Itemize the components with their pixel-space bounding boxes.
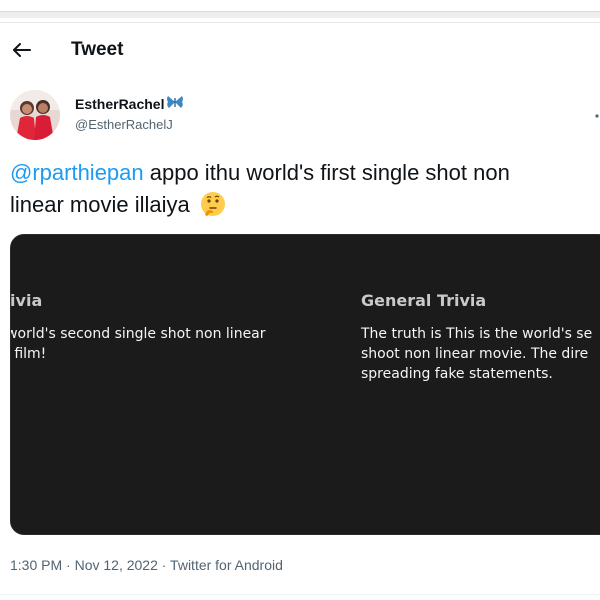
tweet-text: @rparthiepan appo ithu world's first sin… — [10, 157, 595, 221]
trivia-right-body: The truth is This is the world's se shoo… — [361, 324, 592, 384]
top-divider — [0, 11, 600, 18]
tweet-timestamp-source[interactable]: 1:30 PM · Nov 12, 2022 · Twitter for And… — [10, 557, 283, 573]
trivia-left-heading: Trivia — [10, 291, 43, 310]
arrow-left-icon[interactable] — [10, 38, 34, 62]
trivia-right-line: shoot non linear movie. The dire — [361, 346, 589, 362]
divider — [0, 594, 600, 595]
page-title: Tweet — [71, 39, 124, 60]
tweet-page: Tweet EstherRachel @EstherRachelJ @rpart… — [0, 0, 600, 600]
mention-link[interactable]: @rparthiepan — [10, 160, 144, 185]
trivia-left-line: e world's second single shot non linear — [10, 326, 266, 342]
author-username[interactable]: @EstherRachelJ — [75, 117, 173, 132]
trivia-left-body: e world's second single shot non linear … — [10, 324, 266, 364]
trivia-right-heading: General Trivia — [361, 291, 487, 310]
butterfly-emoji-icon — [166, 95, 184, 112]
author-display-name[interactable]: EstherRachel — [75, 95, 184, 112]
tweet-author: EstherRachel @EstherRachelJ — [0, 86, 600, 146]
tweet-text-line1: appo ithu world's first single shot non — [143, 160, 510, 185]
trivia-right-panel: General Trivia The truth is This is the … — [361, 291, 592, 384]
trivia-left-line: ay film! — [11, 346, 47, 362]
trivia-right-line: The truth is This is the world's se — [361, 326, 593, 342]
trivia-right-line: spreading fake statements. — [361, 366, 553, 382]
tweet-text-line2: linear movie illaiya — [10, 192, 190, 217]
thinking-face-icon — [200, 191, 226, 217]
tweet-media-image[interactable]: Trivia e world's second single shot non … — [10, 234, 600, 535]
avatar[interactable] — [10, 90, 60, 140]
trivia-left-panel: Trivia e world's second single shot non … — [10, 291, 266, 364]
more-options-icon[interactable] — [592, 100, 600, 120]
browser-top-strip — [0, 0, 600, 23]
tweet-header: Tweet — [0, 24, 600, 76]
display-name-text: EstherRachel — [75, 95, 165, 112]
